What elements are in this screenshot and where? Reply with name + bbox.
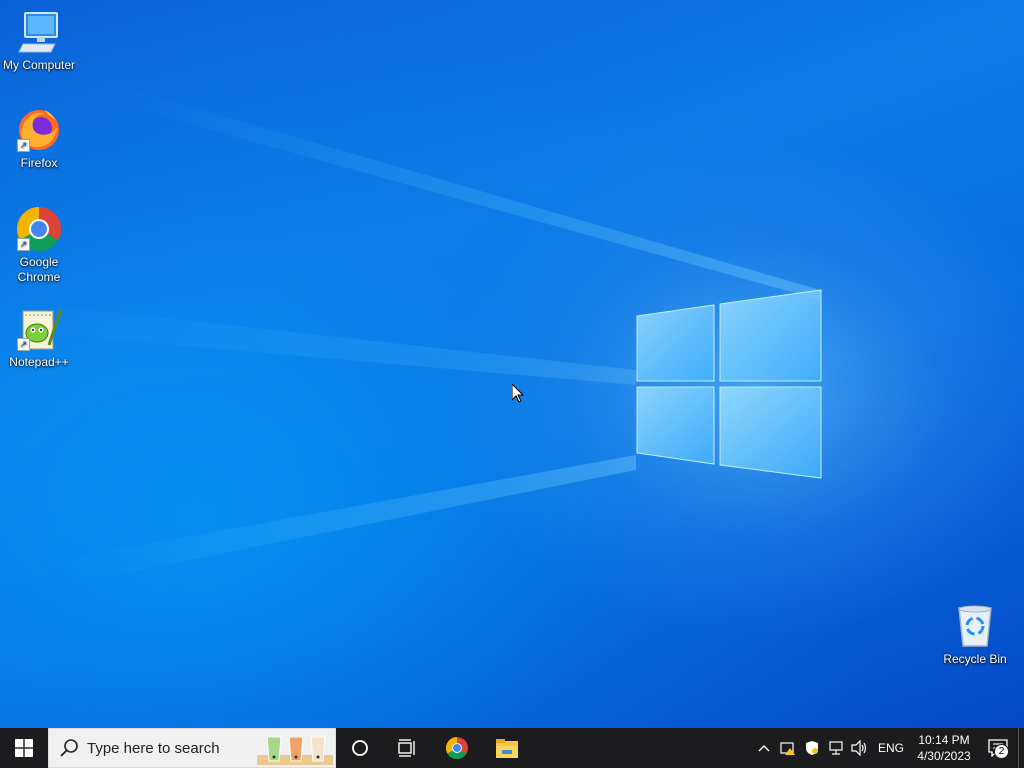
mouse-cursor-icon	[512, 384, 524, 403]
desktop-icon-label: Notepad++	[9, 355, 69, 369]
cortana-circle-icon	[352, 740, 368, 756]
recycle-bin-icon	[951, 602, 999, 650]
desktop-icon-label: Recycle Bin	[943, 652, 1007, 666]
desktop-icon-label: Google Chrome	[17, 255, 61, 284]
search-icon	[60, 739, 78, 757]
network-icon	[829, 741, 843, 755]
desktop-icon-google-chrome[interactable]: ↗ Google Chrome	[1, 205, 77, 285]
firefox-icon: ↗	[15, 106, 63, 154]
desktop-icon-firefox[interactable]: ↗ Firefox	[1, 106, 77, 171]
tray-defender-button[interactable]	[800, 728, 824, 768]
show-desktop-button[interactable]	[1018, 728, 1024, 768]
taskbar-clock[interactable]: 10:14 PM 4/30/2023	[910, 732, 978, 764]
search-input[interactable]: Type here to search	[48, 728, 336, 768]
tray-security-warning-button[interactable]	[776, 728, 800, 768]
windows-logo-icon	[15, 739, 33, 757]
desktop-icon-label: My Computer	[2, 58, 76, 72]
chevron-up-icon	[758, 745, 770, 752]
show-hidden-icons-button[interactable]	[752, 728, 776, 768]
system-tray: ENG 10:14 PM 4/30/2023 2	[752, 728, 1024, 768]
search-placeholder: Type here to search	[87, 739, 220, 757]
security-warning-icon	[780, 742, 795, 755]
notification-count-badge: 2	[994, 744, 1009, 759]
action-center-button[interactable]: 2	[978, 728, 1018, 768]
shortcut-arrow-icon: ↗	[17, 139, 30, 152]
clock-date: 4/30/2023	[917, 749, 971, 763]
chrome-icon: ↗	[15, 205, 63, 253]
desktop-icon-my-computer[interactable]: My Computer	[1, 8, 77, 73]
taskbar-chrome-button[interactable]	[432, 728, 482, 768]
desktop-icon-notepadpp[interactable]: ↗ Notepad++	[1, 305, 77, 370]
speaker-icon	[851, 740, 867, 756]
start-button[interactable]	[0, 728, 48, 768]
cortana-button[interactable]	[336, 728, 384, 768]
clock-time: 10:14 PM	[918, 733, 970, 747]
shortcut-arrow-icon: ↗	[17, 338, 30, 351]
shield-icon	[805, 741, 818, 755]
desktop-icon-label: Firefox	[20, 156, 58, 170]
tray-volume-button[interactable]	[848, 728, 872, 768]
file-explorer-icon	[496, 739, 518, 758]
input-language-indicator[interactable]: ENG	[872, 741, 910, 755]
taskbar: Type here to search ENG 10:14 PM 4/30/20…	[0, 728, 1024, 768]
desktop[interactable]: My Computer ↗ Firefox ↗ Google Chrome ↗ …	[0, 0, 1024, 728]
tray-network-button[interactable]	[824, 728, 848, 768]
notepadpp-icon: ↗	[15, 305, 63, 353]
wallpaper-windows-logo	[0, 80, 822, 580]
desktop-icon-recycle-bin[interactable]: Recycle Bin	[937, 602, 1013, 667]
task-view-button[interactable]	[384, 728, 432, 768]
chrome-icon	[446, 737, 468, 759]
computer-icon	[15, 8, 63, 56]
taskbar-file-explorer-button[interactable]	[482, 728, 532, 768]
shortcut-arrow-icon: ↗	[17, 238, 30, 251]
search-highlight-drinks-icon	[257, 736, 333, 765]
task-view-icon	[398, 739, 415, 757]
